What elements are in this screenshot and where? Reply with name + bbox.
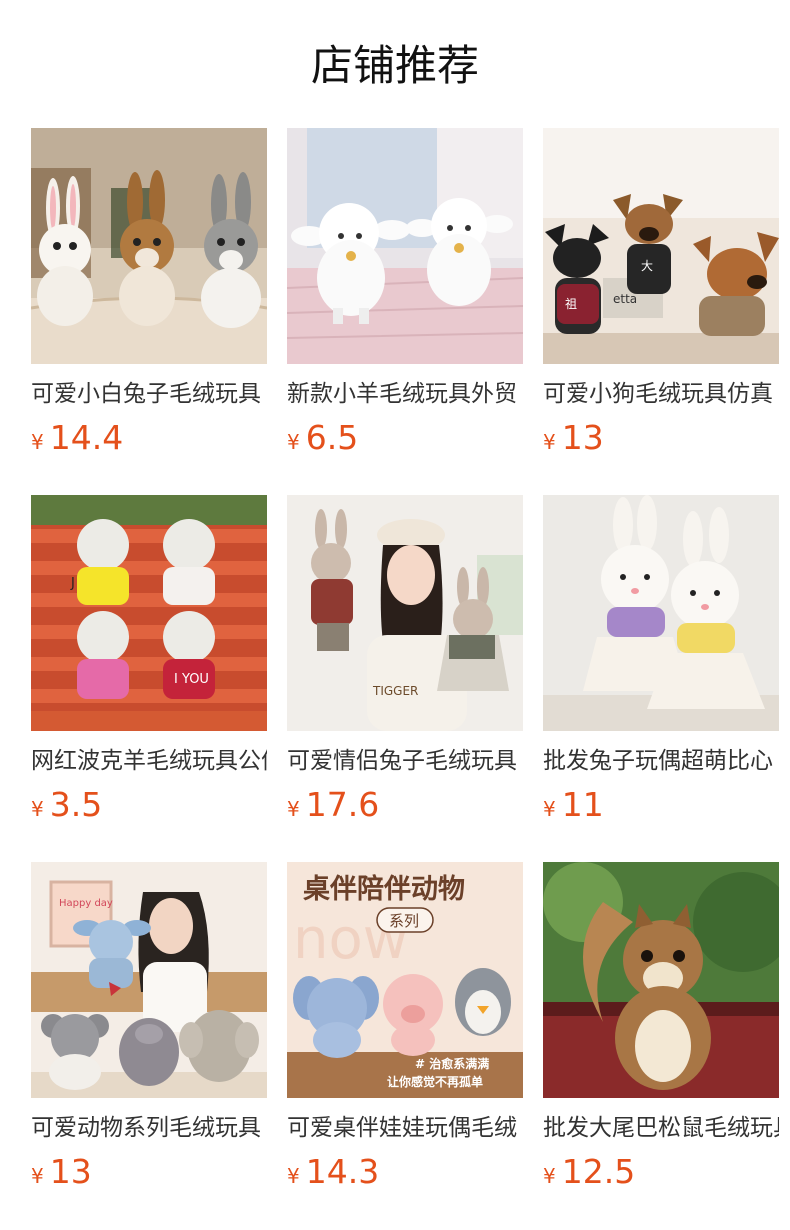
product-name[interactable]: 网红波克羊毛绒玩具公仔 xyxy=(31,745,267,777)
price-amount: 11 xyxy=(561,785,604,824)
currency-symbol: ¥ xyxy=(287,1164,300,1188)
product-card[interactable]: Happy day 可爱动物系列毛绒玩具 ¥ 13 xyxy=(31,862,267,1192)
product-price: ¥11 xyxy=(543,785,779,825)
product-price: ¥17.6 xyxy=(287,785,523,825)
product-price: ¥6.5 xyxy=(287,418,523,458)
product-price: ¥12.5 xyxy=(543,1152,779,1192)
product-image[interactable]: I YOU J xyxy=(31,495,267,731)
page-title: 店铺推荐 xyxy=(310,41,479,90)
product-card[interactable]: TIGGER 可爱情侣兔子毛绒玩具 ¥17.6 xyxy=(287,495,523,825)
product-name[interactable]: 可爱小狗毛绒玩具仿真 xyxy=(543,378,779,410)
price-amount: 3.5 xyxy=(49,785,103,824)
product-name[interactable]: 可爱桌伴娃娃玩偶毛绒 xyxy=(287,1112,523,1144)
currency-symbol: ¥ xyxy=(543,797,556,821)
product-card[interactable]: now 桌伴陪伴动物 系列 # 治愈系满满 让你感觉不再孤单 可爱桌伴娃娃玩偶毛… xyxy=(287,862,523,1192)
product-image[interactable] xyxy=(31,128,267,364)
svg-text:etta: etta xyxy=(613,292,637,306)
price-amount: 13 xyxy=(561,418,604,457)
svg-text:I YOU: I YOU xyxy=(174,672,209,687)
svg-text:Happy day: Happy day xyxy=(59,898,113,909)
product-image[interactable] xyxy=(287,128,523,364)
product-price: ¥14.3 xyxy=(287,1152,523,1192)
product-name[interactable]: 新款小羊毛绒玩具外贸 xyxy=(287,378,523,410)
currency-symbol: ¥ xyxy=(543,430,556,454)
price-amount: 13 xyxy=(49,1152,92,1191)
currency-symbol: ¥ xyxy=(31,797,44,821)
svg-text:# 治愈系满满: # 治愈系满满 xyxy=(415,1056,489,1071)
svg-text:大: 大 xyxy=(641,259,653,273)
product-card[interactable]: etta 祖 大 可爱小狗毛绒玩具仿真 ¥ 13 xyxy=(543,128,779,458)
product-name[interactable]: 批发兔子玩偶超萌比心 xyxy=(543,745,779,777)
currency-symbol: ¥ xyxy=(287,797,300,821)
product-price: ¥14.4 xyxy=(31,418,267,458)
product-image[interactable] xyxy=(543,495,779,731)
svg-text:祖: 祖 xyxy=(565,296,577,311)
product-image[interactable]: TIGGER xyxy=(287,495,523,731)
price-amount: 17.6 xyxy=(305,785,380,824)
currency-symbol: ¥ xyxy=(287,430,300,454)
product-name[interactable]: 可爱情侣兔子毛绒玩具 xyxy=(287,745,523,777)
product-name[interactable]: 可爱动物系列毛绒玩具 xyxy=(31,1112,267,1144)
svg-text:J: J xyxy=(70,576,75,591)
product-card[interactable]: I YOU J 网红波克羊毛绒玩具公仔 ¥3.5 xyxy=(31,495,267,825)
product-image[interactable]: now 桌伴陪伴动物 系列 # 治愈系满满 让你感觉不再孤单 xyxy=(287,862,523,1098)
svg-text:桌伴陪伴动物: 桌伴陪伴动物 xyxy=(303,873,465,905)
product-image[interactable]: etta 祖 大 xyxy=(543,128,779,364)
product-name[interactable]: 可爱小白兔子毛绒玩具 xyxy=(31,378,267,410)
product-card[interactable]: 新款小羊毛绒玩具外贸 ¥6.5 xyxy=(287,128,523,458)
price-amount: 14.4 xyxy=(49,418,124,457)
currency-symbol: ¥ xyxy=(543,1164,556,1188)
product-card[interactable]: 可爱小白兔子毛绒玩具 ¥14.4 xyxy=(31,128,267,458)
svg-text:TIGGER: TIGGER xyxy=(372,684,418,698)
product-card[interactable]: 批发大尾巴松鼠毛绒玩具 ¥12.5 xyxy=(543,862,779,1192)
product-name[interactable]: 批发大尾巴松鼠毛绒玩具 xyxy=(543,1112,779,1144)
currency-symbol: ¥ xyxy=(31,1164,44,1188)
price-amount: 12.5 xyxy=(561,1152,636,1191)
product-price: ¥13 xyxy=(543,418,779,458)
price-amount: 6.5 xyxy=(305,418,359,457)
svg-text:让你感觉不再孤单: 让你感觉不再孤单 xyxy=(387,1074,483,1089)
svg-text:系列: 系列 xyxy=(389,912,419,930)
product-price: ¥3.5 xyxy=(31,785,267,825)
currency-symbol: ¥ xyxy=(31,430,44,454)
product-image[interactable]: Happy day xyxy=(31,862,267,1098)
price-amount: 14.3 xyxy=(305,1152,380,1191)
product-card[interactable]: 批发兔子玩偶超萌比心 ¥11 xyxy=(543,495,779,825)
product-price: ¥13 xyxy=(31,1152,267,1192)
product-image[interactable] xyxy=(543,862,779,1098)
